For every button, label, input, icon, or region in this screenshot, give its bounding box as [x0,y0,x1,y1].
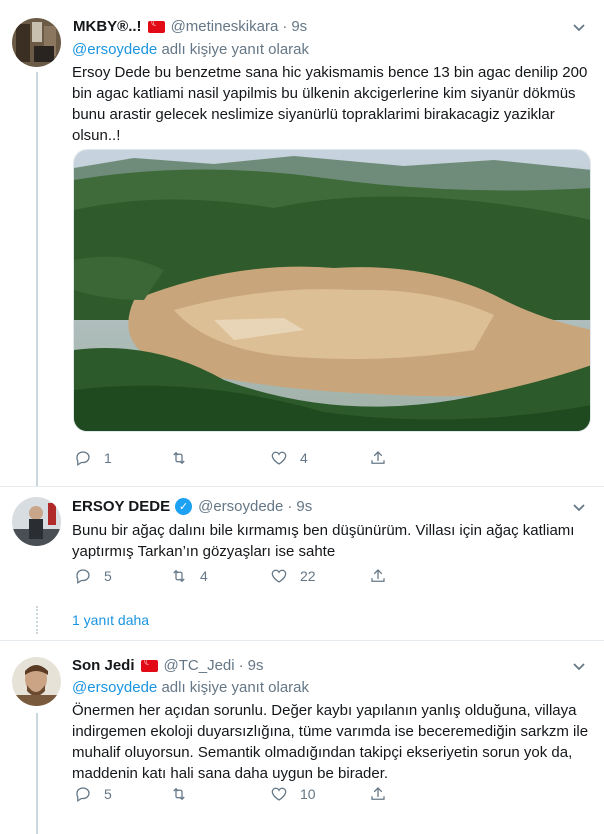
separator-dot: · [238,657,244,674]
display-name[interactable]: ERSOY DEDE [72,498,170,515]
reply-context-text: adlı kişiye yanıt olarak [157,41,310,58]
thread-dots [36,606,38,634]
chevron-down-icon[interactable] [572,659,586,675]
retweet-count: 4 [200,568,208,584]
tweet-2[interactable]: ERSOY DEDE ✓ @ersoydede · 9s Bunu bir ağ… [0,487,604,601]
tweet-text: Bunu bir ağaç dalını bile kırmamış ben d… [72,522,575,560]
tweet-header: ERSOY DEDE ✓ @ersoydede · 9s [72,498,312,515]
reply-mention-link[interactable]: @ersoydede [72,41,157,58]
verified-badge-icon: ✓ [175,498,193,515]
timestamp[interactable]: 9s [291,18,307,35]
like-button[interactable]: 10 [270,785,316,803]
more-replies-link[interactable]: 1 yanıt daha [72,612,149,628]
tweet-image[interactable] [73,149,591,432]
share-icon [371,787,385,800]
tweet-text: Önermen her açıdan sorunlu. Değer kaybı … [72,702,589,782]
thread-line [36,713,38,834]
tweet-header: MKBY®..! @metineskikara · 9s [73,18,307,36]
landscape-photo [74,150,590,431]
chevron-down-icon[interactable] [572,20,586,36]
reply-context: @ersoydede adlı kişiye yanıt olarak [72,679,309,696]
share-icon [371,569,385,582]
turkey-flag-icon [140,657,158,672]
heart-icon [271,569,287,583]
retweet-button[interactable] [170,449,200,467]
handle[interactable]: @TC_Jedi [164,657,235,674]
display-name[interactable]: MKBY®..! [73,18,142,35]
avatar-image [12,497,61,546]
reply-button[interactable]: 1 [74,449,112,467]
reply-count: 5 [104,568,112,584]
avatar-image [12,18,61,67]
avatar[interactable] [12,18,61,67]
share-button[interactable] [369,567,387,585]
like-button[interactable]: 4 [270,449,308,467]
retweet-icon [173,451,185,465]
separator-dot: · [282,18,288,35]
handle[interactable]: @metineskikara [171,18,279,35]
reply-icon [76,451,90,466]
display-name[interactable]: Son Jedi [72,657,135,674]
chevron-down-icon[interactable] [572,500,586,516]
handle[interactable]: @ersoydede [198,498,283,515]
avatar-image [12,657,61,706]
separator-dot: · [287,498,293,515]
timestamp[interactable]: 9s [248,657,264,674]
reply-count: 1 [104,450,112,466]
tweet-1[interactable]: MKBY®..! @metineskikara · 9s @ersoydede … [0,0,604,486]
retweet-button[interactable]: 4 [170,567,208,585]
timestamp[interactable]: 9s [296,498,312,515]
tweet-text: Ersoy Dede bu benzetme sana hic yakismam… [72,64,588,144]
turkey-flag-icon [147,18,165,33]
retweet-button[interactable] [170,785,200,803]
tweet-3[interactable]: Son Jedi @TC_Jedi · 9s @ersoydede adlı k… [0,641,604,834]
like-count: 4 [300,450,308,466]
reply-count: 5 [104,786,112,802]
share-icon [371,451,385,464]
reply-icon [76,787,90,802]
retweet-icon [173,569,185,583]
reply-button[interactable]: 5 [74,785,112,803]
reply-context-text: adlı kişiye yanıt olarak [157,679,310,696]
like-button[interactable]: 22 [270,567,316,585]
reply-context: @ersoydede adlı kişiye yanıt olarak [72,41,309,58]
thread-line [36,72,38,486]
retweet-icon [173,787,185,801]
heart-icon [271,787,287,801]
heart-icon [271,451,287,465]
like-count: 22 [300,568,316,584]
tweet-header: Son Jedi @TC_Jedi · 9s [72,657,264,675]
share-button[interactable] [369,449,387,467]
share-button[interactable] [369,785,387,803]
reply-icon [76,569,90,584]
avatar[interactable] [12,497,61,546]
avatar[interactable] [12,657,61,706]
like-count: 10 [300,786,316,802]
reply-button[interactable]: 5 [74,567,112,585]
reply-mention-link[interactable]: @ersoydede [72,679,157,696]
